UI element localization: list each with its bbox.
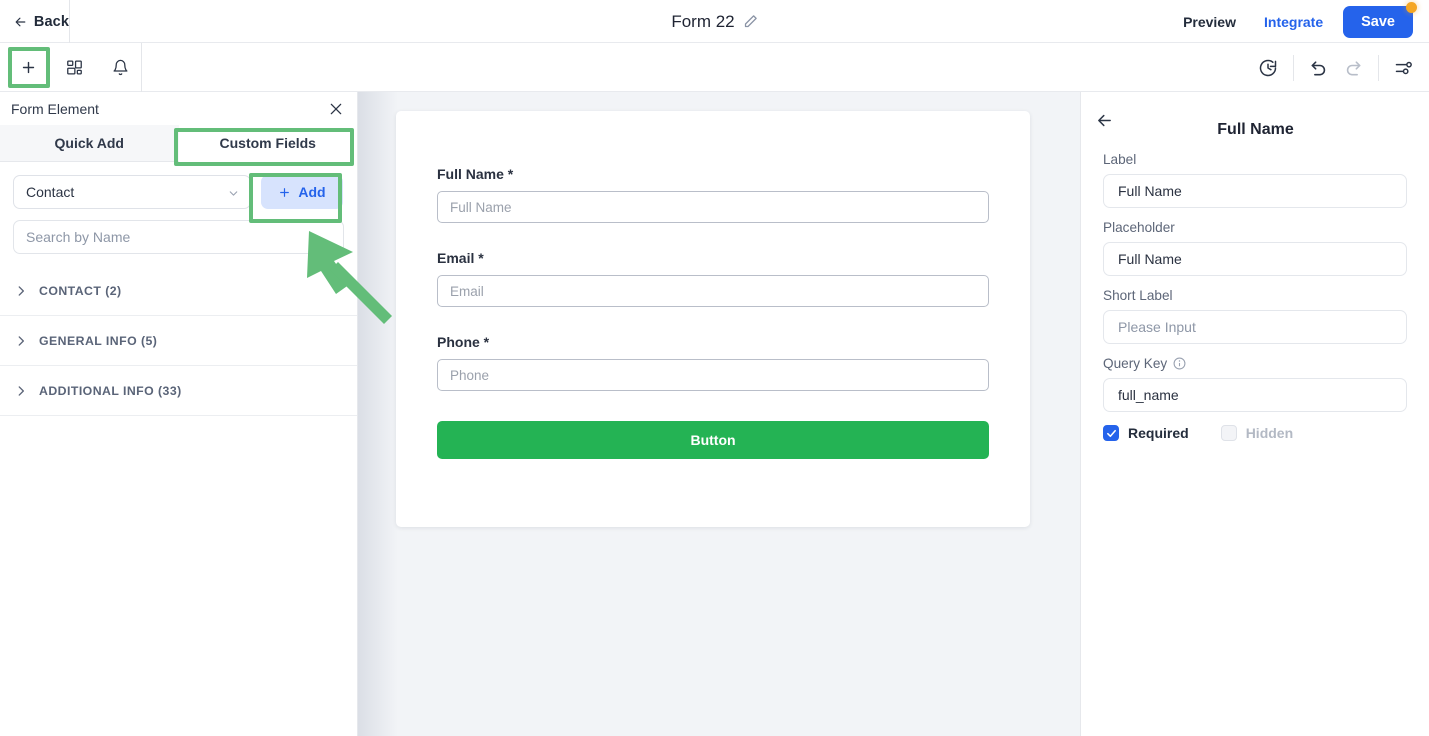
- app-root: Back Form 22 Preview Integrate Save Form…: [0, 0, 1429, 736]
- add-element-button[interactable]: [10, 50, 46, 86]
- panel-title: Form Element: [11, 100, 99, 117]
- grid-layout-icon: [66, 60, 82, 75]
- redo-icon: [1346, 60, 1361, 75]
- field-group-additional-info[interactable]: ADDITIONAL INFO (33): [0, 366, 357, 416]
- phone-input[interactable]: [437, 359, 989, 391]
- field-group-general-info[interactable]: GENERAL INFO (5): [0, 316, 357, 366]
- object-and-add-row: Contact Add: [0, 162, 357, 209]
- field-label: Full Name *: [437, 166, 514, 182]
- chevron-down-icon: [229, 191, 238, 196]
- form-submit-button[interactable]: Button: [437, 421, 989, 459]
- label-caption: Label: [1103, 152, 1137, 167]
- required-checkbox[interactable]: [1103, 425, 1119, 441]
- short-label-caption: Short Label: [1103, 288, 1173, 303]
- search-input[interactable]: [13, 220, 344, 254]
- toolbar-divider: [1378, 54, 1379, 81]
- chevron-right-icon: [18, 285, 25, 296]
- field-label: Email *: [437, 250, 484, 266]
- settings-sliders-icon: [1395, 61, 1412, 74]
- check-icon: [1106, 429, 1116, 437]
- placeholder-caption: Placeholder: [1103, 220, 1175, 235]
- save-label: Save: [1361, 13, 1395, 30]
- submit-row: Button: [396, 391, 1030, 459]
- form-preview-card: Full Name * Email * Phone * Button: [396, 111, 1030, 527]
- toolbar-right-group: [1251, 43, 1421, 92]
- undo-button[interactable]: [1302, 51, 1336, 85]
- hidden-label: Hidden: [1245, 425, 1294, 441]
- property-query-key: Query Key: [1103, 356, 1407, 412]
- field-group-list: CONTACT (2) GENERAL INFO (5) ADDITIONAL …: [0, 266, 357, 416]
- info-icon[interactable]: [1173, 357, 1186, 370]
- topbar: Back Form 22 Preview Integrate Save: [0, 0, 1429, 43]
- pencil-icon[interactable]: [743, 14, 758, 29]
- properties-body: Label Placeholder Short Label Query Key: [1081, 152, 1429, 441]
- short-label-input[interactable]: [1103, 310, 1407, 344]
- form-field-email[interactable]: Email *: [396, 223, 1030, 307]
- hidden-checkbox[interactable]: [1220, 425, 1237, 441]
- properties-header: Full Name: [1081, 92, 1429, 152]
- required-label: Required: [1128, 425, 1189, 441]
- integrate-button[interactable]: Integrate: [1250, 14, 1337, 30]
- property-label: Label: [1103, 152, 1407, 208]
- version-history-button[interactable]: [1251, 51, 1285, 85]
- query-key-input[interactable]: [1103, 378, 1407, 412]
- chevron-right-icon: [18, 385, 25, 396]
- tab-custom-fields[interactable]: Custom Fields: [178, 125, 357, 162]
- search-wrap: [0, 209, 357, 254]
- bell-icon: [112, 59, 128, 76]
- property-placeholder: Placeholder: [1103, 220, 1407, 276]
- plus-icon: [22, 61, 34, 74]
- label-input[interactable]: [1103, 174, 1407, 208]
- object-select-value: Contact: [26, 184, 75, 200]
- canvas-edge-shadow: [358, 92, 398, 736]
- field-group-label: ADDITIONAL INFO (33): [39, 383, 182, 398]
- editor-toolbar: [0, 43, 1429, 92]
- query-key-caption: Query Key: [1103, 356, 1168, 371]
- add-button-label: Add: [298, 184, 326, 200]
- field-group-label: CONTACT (2): [39, 283, 122, 298]
- topbar-actions: Preview Integrate Save: [1169, 0, 1417, 43]
- email-input[interactable]: [437, 275, 989, 307]
- object-select[interactable]: Contact: [13, 175, 251, 209]
- property-toggles: Required Hidden: [1103, 425, 1407, 441]
- hidden-checkbox-row[interactable]: Hidden: [1220, 425, 1294, 441]
- panel-tabs: Quick Add Custom Fields: [0, 125, 357, 162]
- full-name-input[interactable]: [437, 191, 989, 223]
- field-group-label: GENERAL INFO (5): [39, 333, 158, 348]
- chevron-right-icon: [18, 335, 25, 346]
- property-short-label: Short Label: [1103, 288, 1407, 344]
- query-key-caption-row: Query Key: [1103, 356, 1407, 371]
- form-field-full-name[interactable]: Full Name *: [396, 111, 1030, 223]
- required-checkbox-row[interactable]: Required: [1103, 425, 1189, 441]
- layout-button[interactable]: [56, 50, 92, 86]
- version-history-icon: [1259, 59, 1277, 76]
- toolbar-divider: [1293, 54, 1294, 81]
- unsaved-changes-dot: [1406, 1, 1417, 13]
- arrow-left-icon: [15, 17, 26, 26]
- form-canvas: Full Name * Email * Phone * Button: [358, 92, 1080, 736]
- field-group-contact[interactable]: CONTACT (2): [0, 266, 357, 316]
- placeholder-input[interactable]: [1103, 242, 1407, 276]
- undo-icon: [1311, 60, 1326, 75]
- plus-icon: [280, 187, 290, 197]
- page-title: Form 22: [671, 11, 735, 31]
- back-label: Back: [33, 13, 69, 30]
- add-custom-field-button[interactable]: Add: [261, 175, 343, 209]
- toolbar-left-group: [0, 43, 142, 92]
- panel-header: Form Element: [0, 92, 357, 125]
- form-settings-button[interactable]: [1387, 51, 1421, 85]
- preview-button[interactable]: Preview: [1169, 14, 1250, 30]
- properties-title: Full Name: [1217, 121, 1294, 138]
- notifications-button[interactable]: [102, 50, 138, 86]
- close-icon[interactable]: [328, 101, 344, 117]
- form-field-phone[interactable]: Phone *: [396, 307, 1030, 391]
- save-button[interactable]: Save: [1343, 1, 1417, 38]
- redo-button[interactable]: [1336, 51, 1370, 85]
- field-properties-panel: Full Name Label Placeholder Short Label …: [1080, 92, 1429, 736]
- field-label: Phone *: [437, 334, 490, 350]
- form-element-panel: Form Element Quick Add Custom Fields Con…: [0, 92, 358, 736]
- tab-quick-add[interactable]: Quick Add: [0, 125, 179, 162]
- back-button[interactable]: Back: [0, 0, 70, 43]
